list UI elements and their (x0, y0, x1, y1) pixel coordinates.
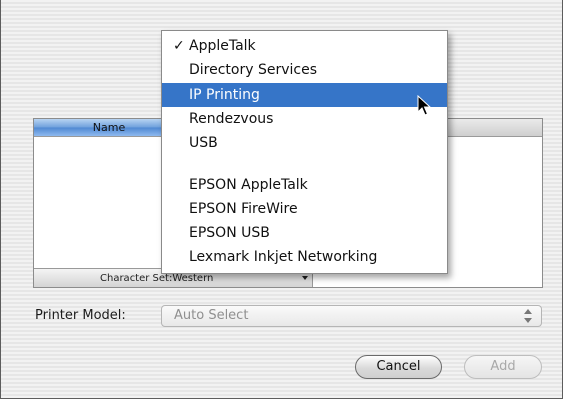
menu-item-ip-printing[interactable]: IP Printing (162, 83, 447, 107)
menu-item-label: Rendezvous (189, 111, 274, 127)
menu-item-epson-firewire[interactable]: EPSON FireWire (162, 197, 447, 221)
menu-item-epson-appletalk[interactable]: EPSON AppleTalk (162, 173, 447, 197)
printer-model-label: Printer Model: (35, 308, 126, 323)
menu-item-label: IP Printing (189, 87, 260, 103)
menu-item-label: Directory Services (189, 62, 318, 78)
character-set-label: Character Set:Western (100, 273, 214, 284)
menu-item-directory-services[interactable]: Directory Services (162, 58, 447, 82)
menu-item-label: EPSON FireWire (189, 201, 298, 217)
menu-item-appletalk[interactable]: ✓ AppleTalk (162, 34, 447, 58)
printer-model-popup[interactable]: Auto Select (161, 305, 542, 327)
menu-item-label: EPSON USB (189, 225, 270, 241)
menu-item-label: Lexmark Inkjet Networking (189, 249, 378, 265)
add-printer-sheet: Name Kind Character Set:Western Printer … (0, 0, 563, 399)
add-button[interactable]: Add (464, 355, 542, 379)
menu-item-label: EPSON AppleTalk (189, 177, 308, 193)
cancel-button[interactable]: Cancel (355, 355, 442, 379)
updown-arrows-icon (524, 309, 532, 323)
chevron-down-icon (302, 276, 308, 280)
menu-item-lexmark-inkjet-networking[interactable]: Lexmark Inkjet Networking (162, 245, 447, 269)
connection-type-menu: ✓ AppleTalk Directory Services IP Printi… (161, 30, 448, 274)
menu-item-rendezvous[interactable]: Rendezvous (162, 107, 447, 131)
printer-model-value: Auto Select (174, 308, 249, 323)
mouse-pointer-icon (417, 95, 431, 116)
menu-item-epson-usb[interactable]: EPSON USB (162, 221, 447, 245)
menu-item-label: USB (189, 135, 218, 151)
checkmark-icon: ✓ (173, 38, 185, 54)
menu-item-usb[interactable]: USB (162, 131, 447, 155)
menu-item-label: AppleTalk (189, 38, 256, 54)
